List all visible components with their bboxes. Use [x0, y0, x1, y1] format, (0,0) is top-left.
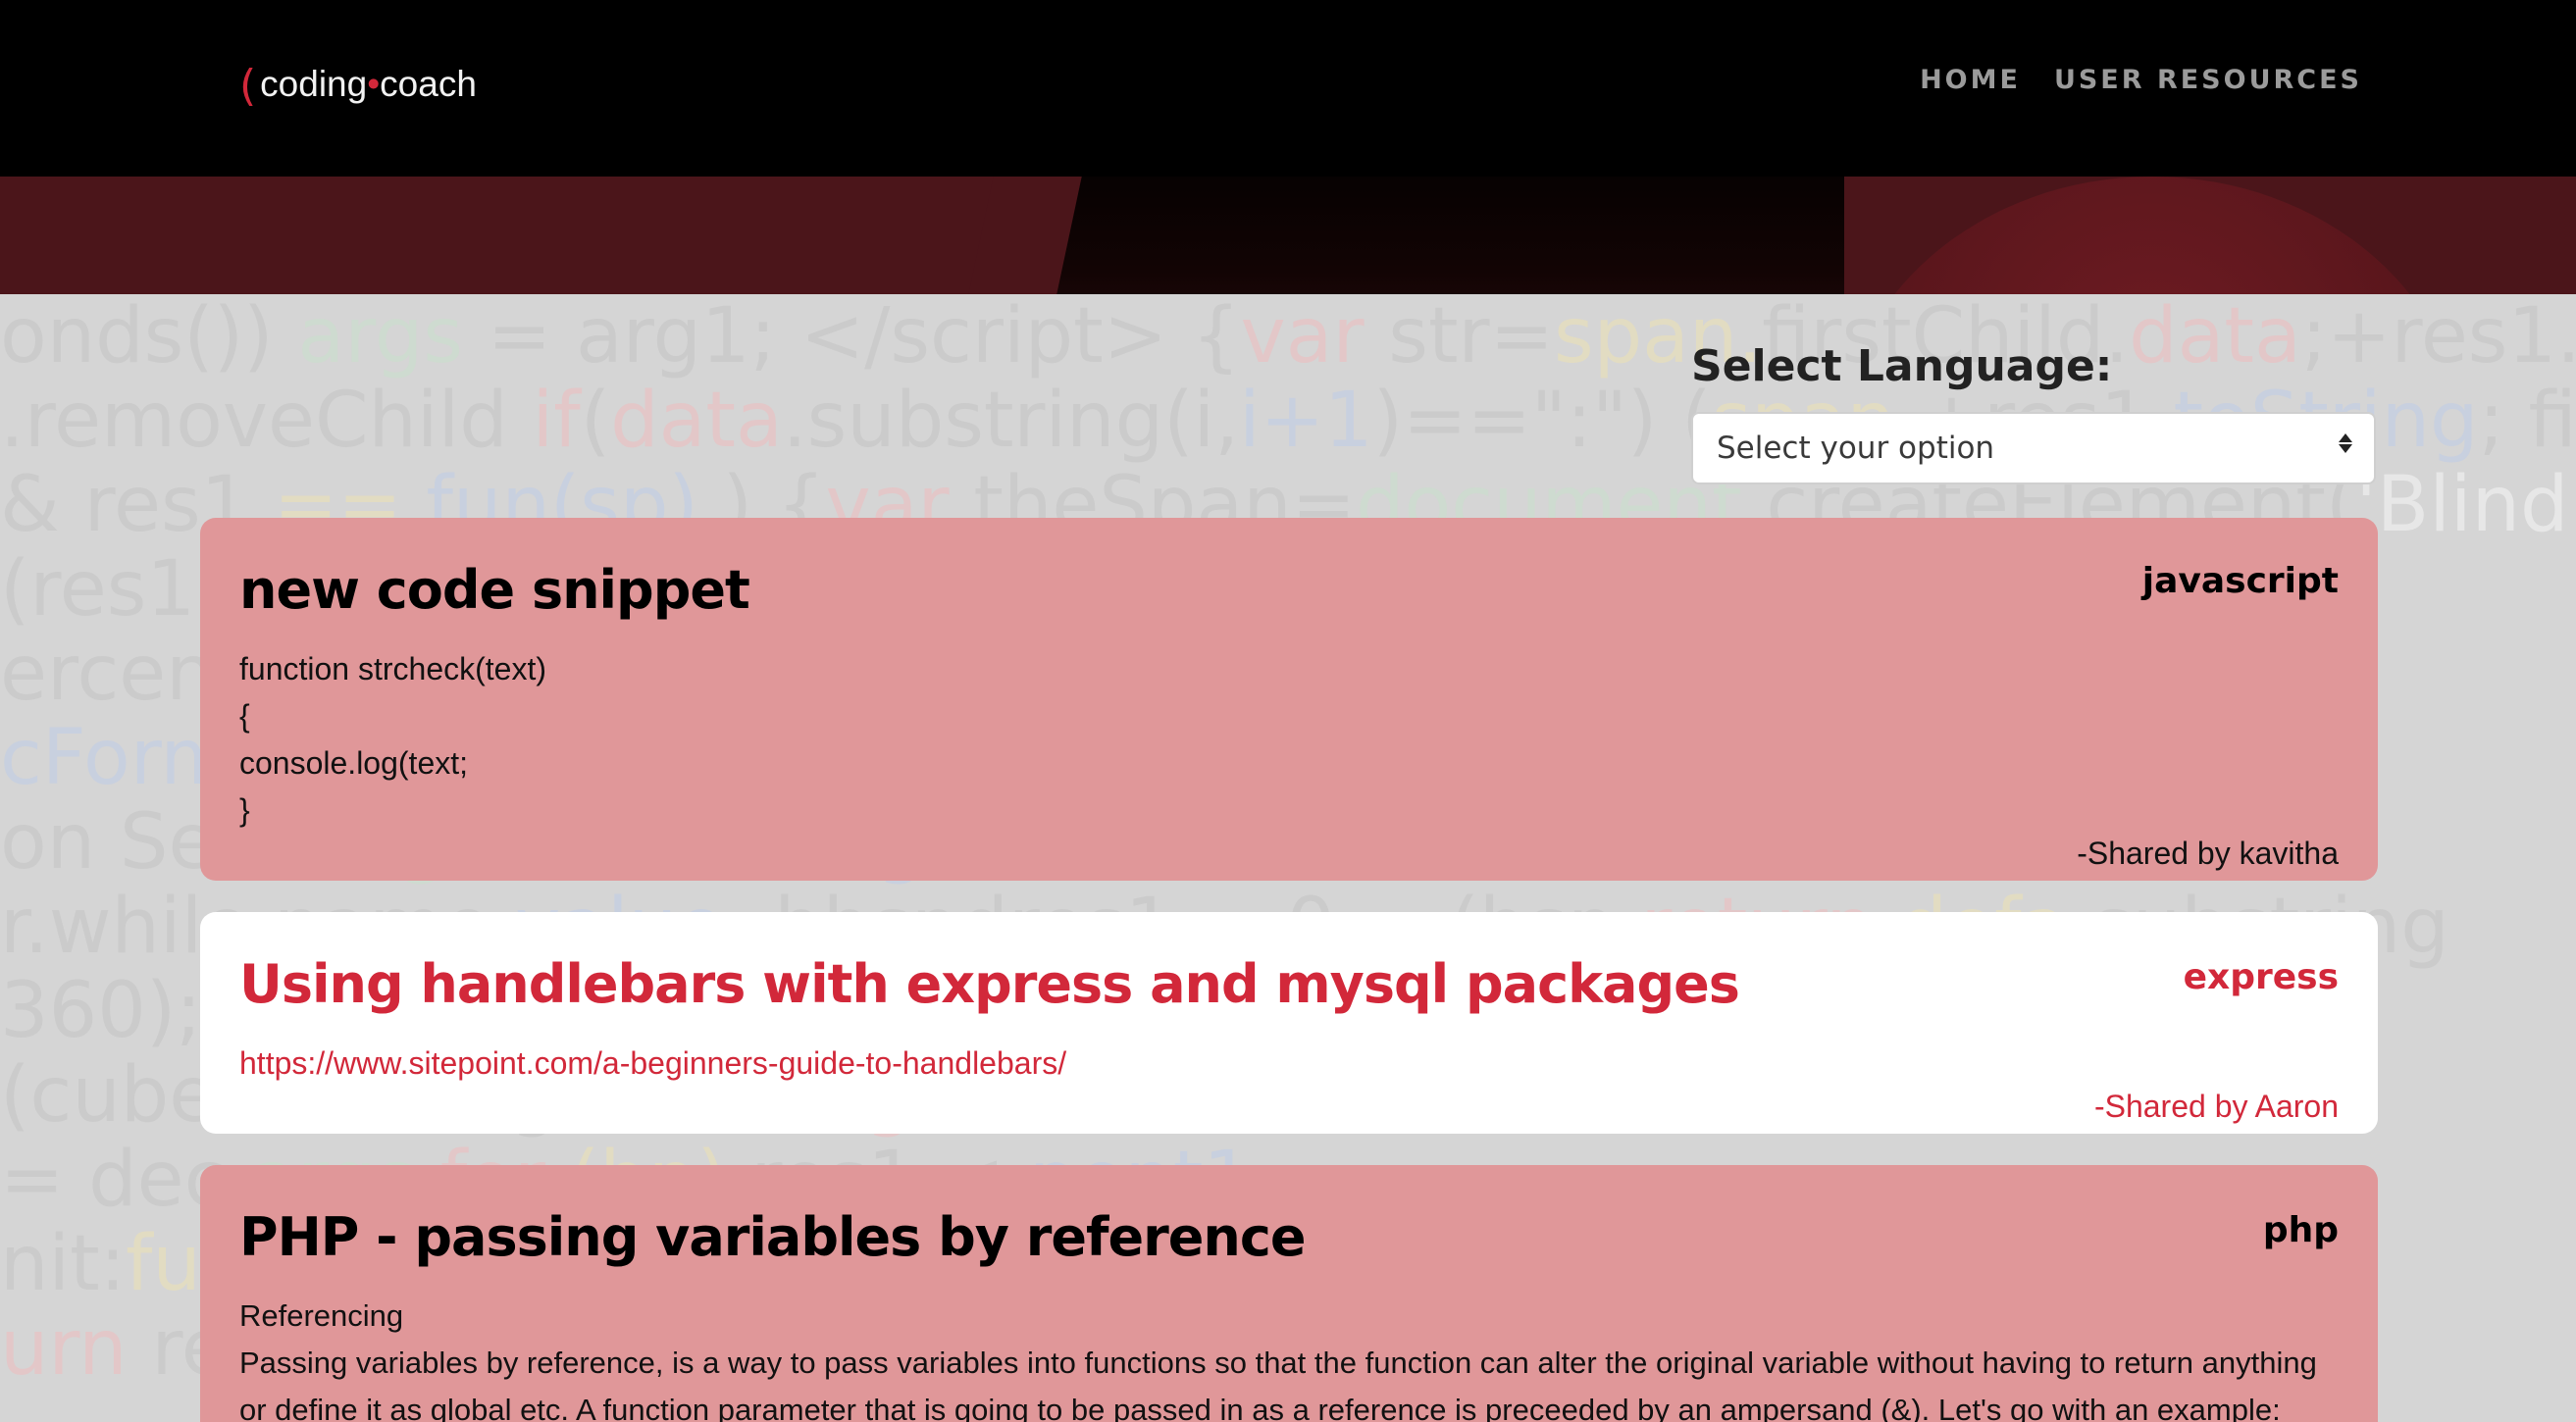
- main-content: onds()) args = arg1; </script> {var str=…: [0, 294, 2576, 1422]
- body-line: Passing variables by reference, is a way…: [239, 1346, 2317, 1380]
- nav-home-link[interactable]: HOME: [1920, 65, 2021, 95]
- code-line: console.log(text;: [239, 745, 469, 781]
- language-select[interactable]: Select your option: [1691, 412, 2376, 484]
- card-title[interactable]: Using handlebars with express and mysql …: [239, 953, 1740, 1015]
- language-select-value: Select your option: [1717, 431, 1995, 466]
- card-author: -Shared by kavitha: [2077, 836, 2339, 871]
- card-language-tag: express: [2183, 957, 2339, 997]
- top-navbar: ( coding•coach HOME USER RESOURCES: [0, 0, 2576, 177]
- card-body: function strcheck(text) { console.log(te…: [239, 645, 2339, 834]
- code-line: function strcheck(text): [239, 651, 546, 686]
- logo[interactable]: ( coding•coach: [239, 57, 477, 112]
- snippet-card[interactable]: PHP - passing variables by reference php…: [200, 1165, 2378, 1422]
- card-language-tag: php: [2262, 1210, 2339, 1250]
- card-language-tag: javascript: [2141, 561, 2339, 601]
- code-line: {: [239, 698, 250, 734]
- snippet-card[interactable]: new code snippet javascript function str…: [200, 518, 2378, 881]
- nav-user-resources-link[interactable]: USER RESOURCES: [2054, 65, 2362, 95]
- banner-shape: [1020, 177, 1844, 294]
- main-nav: HOME USER RESOURCES: [1920, 65, 2362, 95]
- card-body: Referencing Passing variables by referen…: [239, 1293, 2339, 1422]
- body-line: Referencing: [239, 1298, 404, 1333]
- card-title: PHP - passing variables by reference: [239, 1206, 1306, 1268]
- logo-word-coding: coding: [260, 64, 368, 104]
- logo-word-coach: coach: [380, 64, 477, 104]
- resource-card[interactable]: Using handlebars with express and mysql …: [200, 912, 2378, 1134]
- banner-circle: [1838, 177, 2466, 294]
- body-line: or define it as global etc. A function p…: [239, 1393, 2281, 1422]
- card-author: -Shared by Aaron: [2093, 1089, 2339, 1124]
- select-arrows-icon: [2339, 433, 2352, 453]
- logo-mark-icon: (: [239, 61, 257, 111]
- select-language-label: Select Language:: [1691, 341, 2113, 391]
- logo-dot: •: [367, 64, 381, 104]
- card-title: new code snippet: [239, 559, 750, 621]
- hero-banner: [0, 177, 2576, 294]
- code-line: }: [239, 792, 250, 828]
- card-resource-link[interactable]: https://www.sitepoint.com/a-beginners-gu…: [239, 1045, 1066, 1081]
